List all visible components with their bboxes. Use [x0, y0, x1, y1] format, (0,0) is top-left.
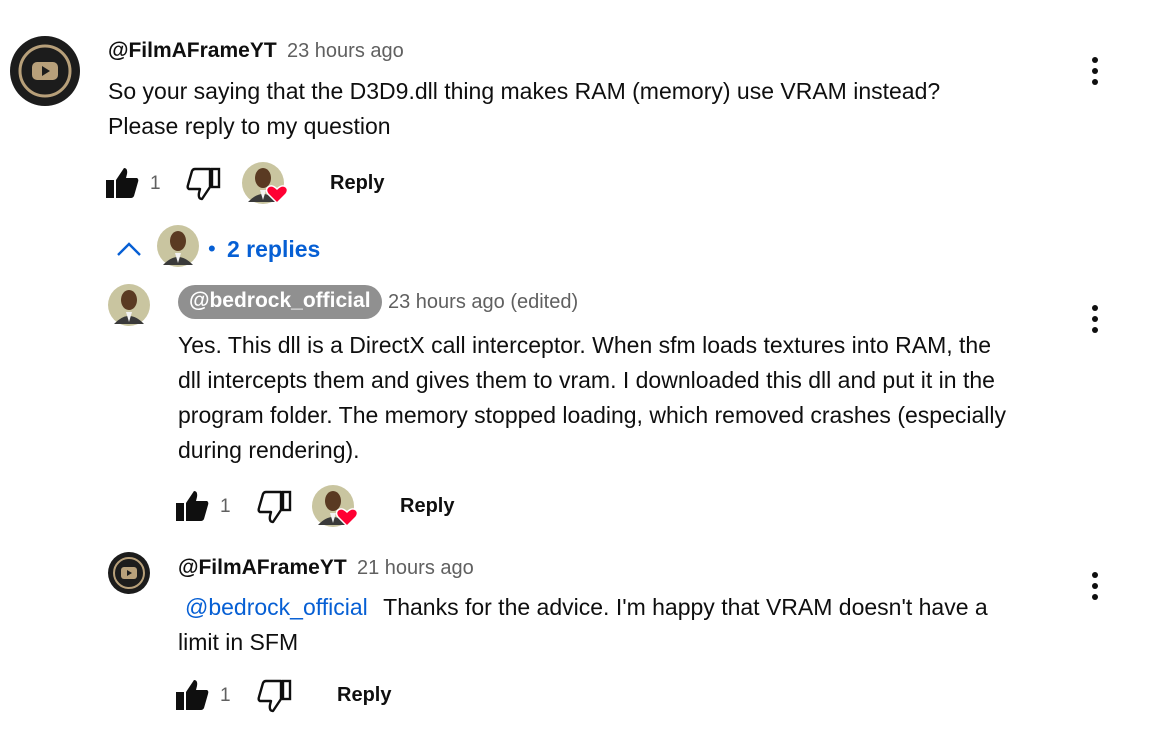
- reply-timestamp[interactable]: 23 hours ago (edited): [388, 291, 578, 314]
- comment-thread: @FilmAFrameYT 23 hours ago So your sayin…: [0, 0, 1168, 756]
- reply-text: Yes. This dll is a DirectX call intercep…: [178, 328, 1078, 468]
- more-actions-icon[interactable]: [1082, 56, 1108, 88]
- more-actions-icon[interactable]: [1082, 571, 1108, 603]
- dislike-icon[interactable]: [257, 678, 293, 714]
- replies-separator: •: [208, 236, 216, 261]
- heart-icon: [336, 508, 358, 527]
- reply-button[interactable]: Reply: [337, 684, 391, 707]
- reply-timestamp[interactable]: 21 hours ago: [357, 557, 474, 580]
- like-icon[interactable]: [104, 165, 140, 201]
- comment-text: So your saying that the D3D9.dll thing m…: [108, 74, 1048, 144]
- reply-button[interactable]: Reply: [330, 172, 384, 195]
- reply-text-line: limit in SFM: [178, 629, 299, 655]
- reply-text-line: @bedrock_official Thanks for the advice.…: [178, 590, 1078, 625]
- reply-text-line: dll intercepts them and gives them to vr…: [178, 367, 995, 393]
- reply-text: @bedrock_official Thanks for the advice.…: [178, 590, 1078, 660]
- replier-avatar: [157, 225, 199, 267]
- reply-avatar[interactable]: [108, 284, 150, 326]
- reply-author[interactable]: @FilmAFrameYT: [178, 556, 347, 580]
- replies-toggle-label[interactable]: 2 replies: [227, 236, 320, 263]
- reply-author-chip[interactable]: @bedrock_official: [178, 285, 382, 319]
- dislike-icon[interactable]: [186, 166, 222, 202]
- heart-icon: [266, 185, 288, 204]
- more-actions-icon[interactable]: [1082, 304, 1108, 336]
- youtube-logo-icon: [108, 552, 150, 594]
- reply-text-segment: Thanks for the advice. I'm happy that VR…: [383, 594, 988, 620]
- comment-text-line: So your saying that the D3D9.dll thing m…: [108, 78, 941, 104]
- like-icon[interactable]: [174, 677, 210, 713]
- creator-heart-avatar: [312, 485, 360, 529]
- comment-text-line: Please reply to my question: [108, 113, 391, 139]
- comment-author[interactable]: @FilmAFrameYT: [108, 39, 277, 63]
- chevron-up-icon[interactable]: [116, 239, 142, 259]
- like-count: 1: [150, 173, 161, 194]
- user-avatar-icon: [157, 225, 199, 267]
- reply-text-line: during rendering).: [178, 437, 360, 463]
- creator-heart-avatar: [242, 162, 290, 206]
- like-count: 1: [220, 496, 231, 517]
- reply-text-line: program folder. The memory stopped loadi…: [178, 402, 1006, 428]
- mention-link[interactable]: @bedrock_official: [185, 594, 368, 620]
- comment-timestamp[interactable]: 23 hours ago: [287, 40, 404, 63]
- youtube-logo-icon: [10, 36, 80, 106]
- like-count: 1: [220, 685, 231, 706]
- reply-button[interactable]: Reply: [400, 495, 454, 518]
- like-icon[interactable]: [174, 488, 210, 524]
- channel-avatar[interactable]: [108, 552, 150, 594]
- dislike-icon[interactable]: [257, 489, 293, 525]
- user-avatar-icon: [108, 284, 150, 326]
- reply-text-line: Yes. This dll is a DirectX call intercep…: [178, 332, 992, 358]
- channel-avatar[interactable]: [10, 36, 80, 106]
